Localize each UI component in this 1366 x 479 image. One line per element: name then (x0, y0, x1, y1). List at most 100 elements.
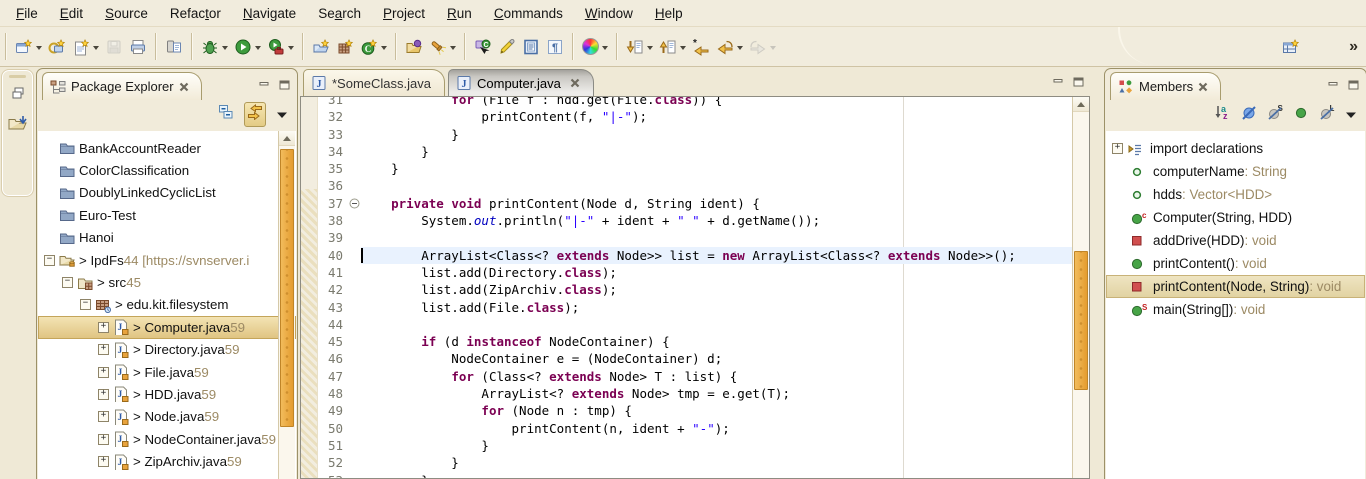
line-number[interactable]: 42 (317, 281, 348, 298)
dropdown-arrow-icon[interactable] (93, 46, 99, 53)
menu-edit[interactable]: Edit (49, 1, 94, 26)
line-number[interactable]: 36 (317, 177, 348, 194)
open-perspective-button[interactable] (1279, 33, 1303, 61)
dropdown-arrow-icon[interactable] (222, 46, 228, 53)
maximize-button[interactable] (1348, 77, 1359, 95)
tree-expander[interactable]: − (44, 255, 55, 266)
member-main-string[interactable]: Smain(String[]) : void (1106, 298, 1365, 321)
editor-tab-someclass-java[interactable]: J*SomeClass.java (303, 69, 445, 96)
restore-view-button[interactable] (11, 87, 25, 105)
save-button[interactable] (102, 33, 126, 61)
next-annotation-button[interactable] (623, 33, 656, 61)
collapse-all-button[interactable] (218, 104, 234, 125)
tree-item-hanoi[interactable]: +Hanoi (38, 227, 296, 249)
tree-item-edu-kit-filesystem[interactable]: −> edu.kit.filesystem (38, 294, 296, 316)
open-type-button[interactable] (402, 33, 426, 61)
code-text[interactable]: System.out.println("|-" + ident + " " + … (361, 212, 1072, 229)
tree-item-directory-java[interactable]: +J> Directory.java 59 (38, 339, 296, 361)
line-number[interactable]: 34 (317, 143, 348, 160)
code-text[interactable]: for (Node n : tmp) { (361, 402, 1072, 419)
line-number[interactable]: 45 (317, 333, 348, 350)
menu-refactor[interactable]: Refactor (159, 1, 232, 26)
toolbar-overflow-chevron[interactable]: » (1349, 38, 1356, 56)
new-file-button[interactable] (69, 33, 102, 61)
dropdown-arrow-icon[interactable] (381, 46, 387, 53)
line-number[interactable]: 37 (317, 195, 348, 212)
tree-item-file-java[interactable]: +J> File.java 59 (38, 361, 296, 383)
line-number[interactable]: 46 (317, 350, 348, 367)
tree-item-bankaccountreader[interactable]: +BankAccountReader (38, 137, 296, 159)
highlighter-button[interactable] (495, 33, 519, 61)
tree-expander[interactable]: + (98, 411, 109, 422)
line-number[interactable]: 52 (317, 454, 348, 471)
tree-item-euro-test[interactable]: +Euro-Test (38, 204, 296, 226)
member-printcontent[interactable]: printContent() : void (1106, 252, 1365, 275)
show-public-button[interactable] (1293, 104, 1309, 125)
line-number[interactable]: 31 (317, 96, 348, 108)
menu-help[interactable]: Help (644, 1, 694, 26)
sort-button[interactable]: az (1214, 104, 1231, 125)
code-text[interactable]: list.add(File.class); (361, 299, 1072, 316)
print-button[interactable] (126, 33, 150, 61)
scroll-up-arrow[interactable] (1073, 97, 1089, 112)
code-text[interactable]: list.add(Directory.class); (361, 264, 1072, 281)
scrollbar-thumb[interactable] (1074, 251, 1088, 390)
tree-item-node-java[interactable]: +J> Node.java 59 (38, 406, 296, 428)
tree-item-ziparchiv-java[interactable]: +J> ZipArchiv.java 59 (38, 450, 296, 472)
editor-scrollbar[interactable] (1072, 97, 1089, 478)
maximize-button[interactable] (1073, 74, 1084, 92)
maximize-button[interactable] (279, 77, 290, 95)
close-icon[interactable] (1198, 82, 1208, 92)
code-text[interactable]: } (361, 126, 1072, 143)
view-menu-button[interactable] (1345, 106, 1357, 124)
scrollbar-thumb[interactable] (280, 149, 294, 427)
package-explorer-scrollbar[interactable] (278, 131, 295, 479)
code-text[interactable] (361, 177, 1072, 194)
menu-commands[interactable]: Commands (483, 1, 574, 26)
color-palette-button[interactable] (579, 33, 611, 61)
code-text[interactable]: for (File f : hdd.get(File.class)) { (361, 96, 1072, 108)
code-text[interactable]: list.add(ZipArchiv.class); (361, 281, 1072, 298)
view-menu-button[interactable] (276, 106, 288, 124)
dropdown-arrow-icon[interactable] (288, 46, 294, 53)
members-list[interactable]: +import declarationscomputerName : Strin… (1106, 137, 1365, 321)
annotation-ruler[interactable] (301, 97, 318, 478)
code-text[interactable]: private void printContent(Node d, String… (361, 195, 1072, 212)
dropdown-arrow-icon[interactable] (255, 46, 261, 53)
tree-item-computer-java[interactable]: +J> Computer.java 59 (38, 316, 296, 338)
dropdown-arrow-icon[interactable] (450, 46, 456, 53)
code-text[interactable]: } (361, 160, 1072, 177)
member-printcontent-node-string[interactable]: printContent(Node, String) : void (1106, 275, 1365, 298)
tree-expander[interactable]: + (1112, 143, 1123, 154)
new-java-project-button[interactable] (309, 33, 333, 61)
synchronize-button[interactable] (162, 33, 186, 61)
tree-expander[interactable]: + (98, 389, 109, 400)
tree-expander[interactable]: − (80, 299, 91, 310)
tree-item-ipdfs[interactable]: −> IpdFs 44 [https://svnserver.i (38, 249, 296, 271)
dropdown-arrow-icon[interactable] (602, 46, 608, 53)
code-text[interactable]: printContent(f, "|-"); (361, 108, 1072, 125)
menu-navigate[interactable]: Navigate (232, 1, 307, 26)
line-number[interactable]: 47 (317, 368, 348, 385)
back-button[interactable] (713, 33, 746, 61)
hide-fields-button[interactable] (1241, 104, 1257, 125)
dropdown-arrow-icon[interactable] (680, 46, 686, 53)
member-adddrive-hdd[interactable]: addDrive(HDD) : void (1106, 229, 1365, 252)
link-with-editor-button[interactable] (244, 102, 266, 127)
line-number[interactable]: 43 (317, 299, 348, 316)
dropdown-arrow-icon[interactable] (737, 46, 743, 53)
line-number[interactable]: 44 (317, 316, 348, 333)
line-number[interactable]: 50 (317, 420, 348, 437)
line-number[interactable]: 38 (317, 212, 348, 229)
fastview-folder-button[interactable] (8, 114, 28, 136)
tree-item-hdd-java[interactable]: +J> HDD.java 59 (38, 383, 296, 405)
code-text[interactable]: ArrayList<? extends Node> tmp = e.get(T)… (361, 385, 1072, 402)
code-text[interactable] (361, 229, 1072, 246)
code-text[interactable]: NodeContainer e = (NodeContainer) d; (361, 350, 1072, 367)
member-hdds[interactable]: hdds : Vector<HDD> (1106, 183, 1365, 206)
tree-item-nodecontainer-java[interactable]: +J> NodeContainer.java 59 (38, 428, 296, 450)
members-tab[interactable]: Members (1110, 72, 1221, 100)
package-explorer-tree[interactable]: +BankAccountReader+ColorClassification+D… (38, 137, 296, 473)
hide-local-button[interactable]: L (1319, 104, 1335, 125)
last-edit-location-button[interactable]: * (689, 33, 713, 61)
